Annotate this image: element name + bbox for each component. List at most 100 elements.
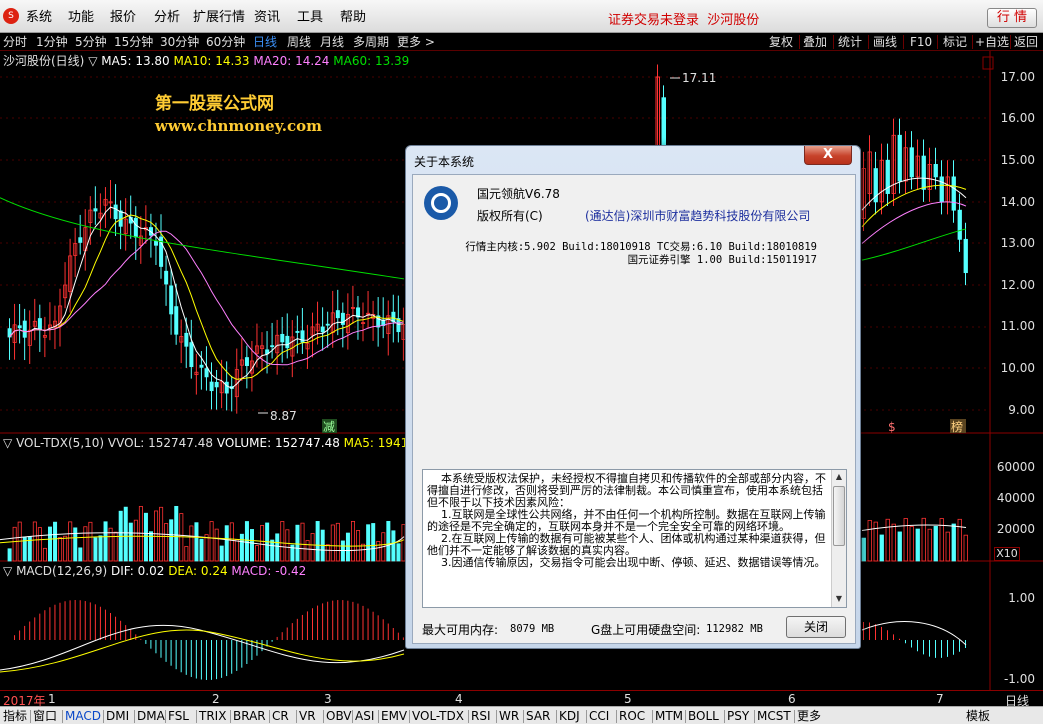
indicator-tab-brar[interactable]: BRAR bbox=[233, 709, 266, 724]
candle-body bbox=[37, 318, 42, 330]
macd-axis-tick: -1.00 bbox=[1003, 672, 1035, 686]
scroll-down-icon[interactable]: ▼ bbox=[834, 594, 844, 604]
tool-add-favorite[interactable]: +自选 bbox=[975, 35, 1009, 50]
license-scrollbar[interactable]: ▲ ▼ bbox=[831, 470, 846, 607]
indicator-tab-trix[interactable]: TRIX bbox=[199, 709, 226, 724]
about-dialog: 关于本系统 X 国元领航V6.78 版权所有(C) (通达信)深圳市财富趋势科技… bbox=[405, 145, 861, 649]
close-button[interactable]: 关闭 bbox=[786, 616, 846, 638]
volume-bar bbox=[103, 521, 108, 562]
menu-quote[interactable]: 报价 bbox=[110, 9, 136, 27]
date-month-2: 2 bbox=[212, 692, 220, 706]
event-badge-reduce: 减 bbox=[323, 420, 335, 434]
menu-system[interactable]: 系统 bbox=[26, 9, 52, 27]
volume-bar bbox=[927, 528, 932, 562]
volume-bar bbox=[244, 521, 249, 562]
macd-dif-line bbox=[0, 624, 405, 671]
menu-extended-quote[interactable]: 扩展行情 bbox=[193, 9, 245, 27]
candle-body bbox=[897, 134, 902, 182]
chart-title: 沙河股份(日线) bbox=[3, 54, 85, 68]
volume-bar bbox=[42, 547, 47, 562]
tool-draw-line[interactable]: 画线 bbox=[873, 35, 897, 50]
menu-tools[interactable]: 工具 bbox=[297, 9, 323, 27]
menu-help[interactable]: 帮助 bbox=[340, 9, 366, 27]
period-1min[interactable]: 1分钟 bbox=[36, 35, 68, 50]
period-tick[interactable]: 分时 bbox=[3, 35, 27, 50]
volume-bar bbox=[179, 513, 184, 562]
license-text: 本系统受版权法保护，未经授权不得擅自拷贝和传播软件的全部或部分内容，不得擅自进行… bbox=[427, 472, 826, 569]
volume-bar bbox=[285, 529, 290, 562]
indicator-tab-dma[interactable]: DMA bbox=[137, 709, 165, 724]
volume-bar bbox=[879, 534, 884, 562]
template-tab[interactable]: 模板 bbox=[966, 709, 990, 724]
indicator-tab-cr[interactable]: CR bbox=[272, 709, 289, 724]
period-more[interactable]: 更多 > bbox=[397, 35, 435, 50]
tool-overlay[interactable]: 叠加 bbox=[803, 35, 827, 50]
indicator-tab-macd[interactable]: MACD bbox=[65, 709, 101, 724]
scroll-up-icon[interactable]: ▲ bbox=[834, 472, 844, 482]
indicator-tab-fsl[interactable]: FSL bbox=[168, 709, 189, 724]
period-60min[interactable]: 60分钟 bbox=[206, 35, 245, 50]
candle-body bbox=[963, 238, 968, 274]
app-logo-icon[interactable]: S bbox=[3, 8, 19, 24]
indicator-tab-mtm[interactable]: MTM bbox=[655, 709, 683, 724]
indicator-tab-asi[interactable]: ASI bbox=[355, 709, 374, 724]
company-name: (通达信)深圳市财富趋势科技股份有限公司 bbox=[585, 209, 811, 223]
volume-bar bbox=[951, 523, 956, 562]
indicator-tab-obv[interactable]: OBV bbox=[326, 709, 352, 724]
indicator-tab-psy[interactable]: PSY bbox=[727, 709, 749, 724]
indicator-tab-window[interactable]: 窗口 bbox=[33, 709, 57, 724]
period-5min[interactable]: 5分钟 bbox=[75, 35, 107, 50]
quote-button[interactable]: 行 情 bbox=[987, 8, 1037, 28]
volume-bar bbox=[330, 524, 335, 562]
menu-function[interactable]: 功能 bbox=[68, 9, 94, 27]
license-textbox[interactable]: 本系统受版权法保护，未经授权不得擅自拷贝和传播软件的全部或部分内容，不得擅自进行… bbox=[422, 469, 847, 608]
indicator-tab-roc[interactable]: ROC bbox=[619, 709, 645, 724]
date-month-4: 4 bbox=[455, 692, 463, 706]
price-axis-tick: 17.00 bbox=[1000, 70, 1035, 84]
indicator-tab-indicators[interactable]: 指标 bbox=[3, 709, 27, 724]
candle-body bbox=[209, 381, 214, 392]
volume-bar bbox=[209, 521, 214, 562]
indicator-tab-mcst[interactable]: MCST bbox=[757, 709, 791, 724]
period-daily[interactable]: 日线 bbox=[253, 35, 277, 50]
scroll-thumb[interactable] bbox=[833, 486, 845, 546]
volume-bar bbox=[98, 535, 103, 562]
candle-body bbox=[174, 306, 179, 335]
volume-bar bbox=[260, 525, 265, 562]
candle-body bbox=[295, 331, 300, 333]
indicator-tab--[interactable]: 更多 bbox=[797, 709, 821, 724]
period-weekly[interactable]: 周线 bbox=[287, 35, 311, 50]
tool-mark[interactable]: 标记 bbox=[943, 35, 967, 50]
tool-restore-rights[interactable]: 复权 bbox=[769, 35, 793, 50]
date-axis-bar: 2017年 1 2 3 4 5 6 7 日线 bbox=[0, 690, 1043, 708]
indicator-tab-boll[interactable]: BOLL bbox=[688, 709, 719, 724]
volume-bar bbox=[219, 545, 224, 562]
volume-bar bbox=[376, 540, 381, 562]
period-30min[interactable]: 30分钟 bbox=[160, 35, 199, 50]
period-15min[interactable]: 15分钟 bbox=[114, 35, 153, 50]
tool-statistics[interactable]: 统计 bbox=[838, 35, 862, 50]
indicator-tab-cci[interactable]: CCI bbox=[589, 709, 609, 724]
volume-axis-tick: 40000 bbox=[996, 491, 1035, 505]
login-status: 证券交易未登录 沙河股份 bbox=[608, 9, 759, 28]
tool-f10[interactable]: F10 bbox=[910, 35, 932, 50]
indicator-tab-vol-tdx[interactable]: VOL-TDX bbox=[412, 709, 464, 724]
indicator-tab-kdj[interactable]: KDJ bbox=[559, 709, 580, 724]
indicator-tab-wr[interactable]: WR bbox=[499, 709, 519, 724]
tool-back[interactable]: 返回 bbox=[1014, 35, 1038, 50]
menu-analysis[interactable]: 分析 bbox=[154, 9, 180, 27]
indicator-tab-dmi[interactable]: DMI bbox=[106, 709, 129, 724]
volume-bar bbox=[229, 522, 234, 562]
price-axis-tick: 13.00 bbox=[1000, 236, 1035, 250]
indicator-tab-vr[interactable]: VR bbox=[299, 709, 316, 724]
candle-body bbox=[184, 332, 189, 347]
menu-news[interactable]: 资讯 bbox=[254, 9, 280, 27]
indicator-tab-rsi[interactable]: RSI bbox=[471, 709, 491, 724]
period-multi[interactable]: 多周期 bbox=[353, 35, 389, 50]
indicator-tab-sar[interactable]: SAR bbox=[526, 709, 550, 724]
dialog-close-icon[interactable]: X bbox=[804, 146, 852, 165]
period-monthly[interactable]: 月线 bbox=[320, 35, 344, 50]
indicator-tab-emv[interactable]: EMV bbox=[381, 709, 407, 724]
volume-bar bbox=[325, 544, 330, 562]
date-month-1: 1 bbox=[48, 692, 56, 706]
